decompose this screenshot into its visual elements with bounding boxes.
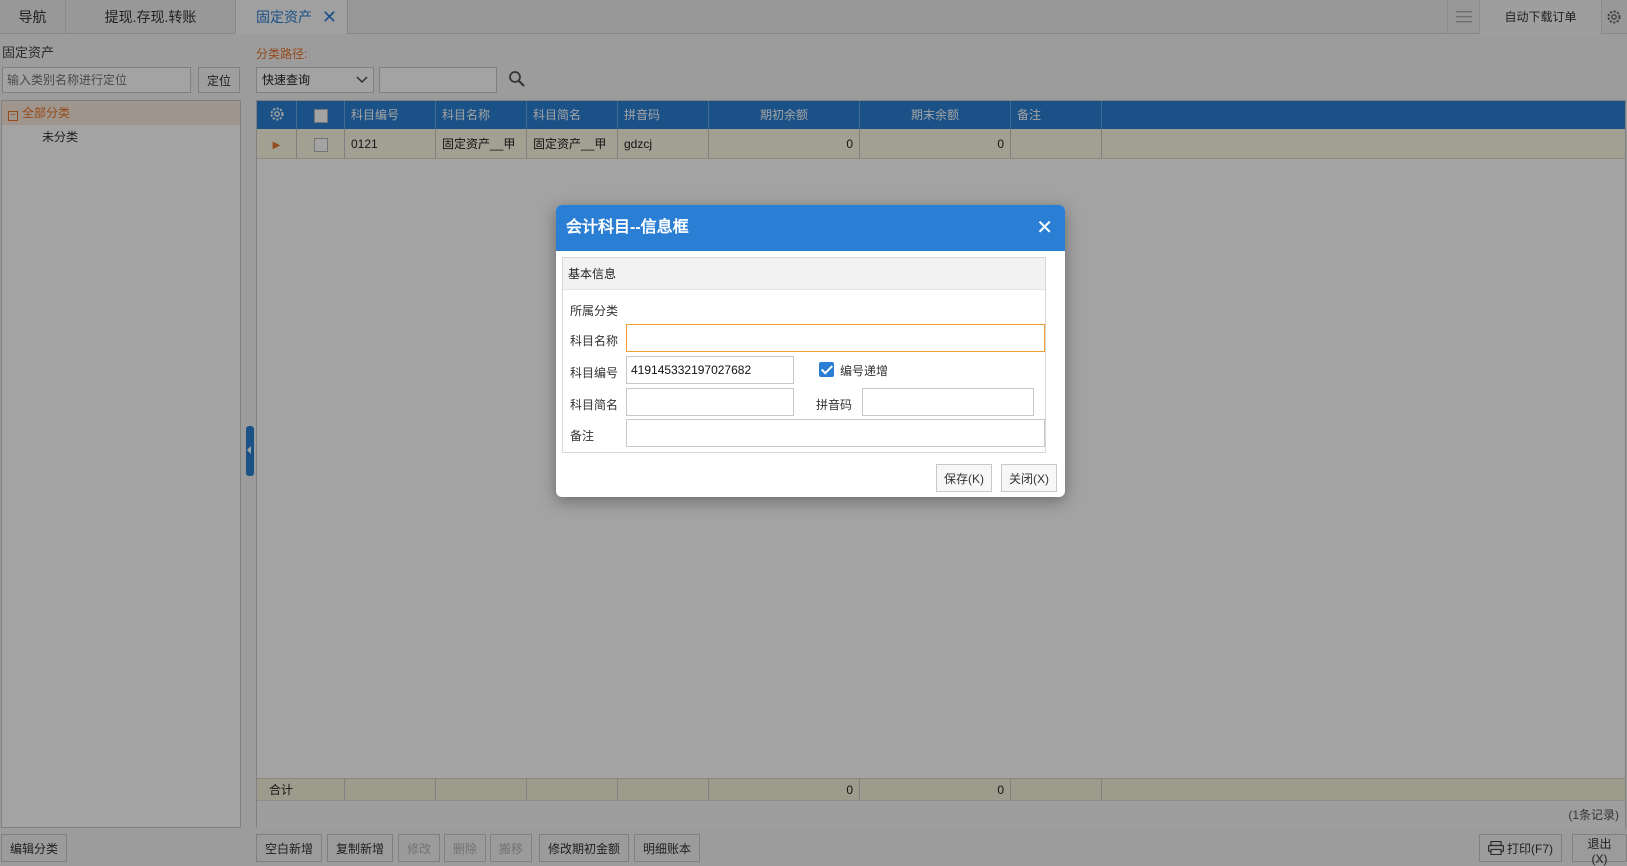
account-name-input[interactable]	[626, 324, 1045, 352]
pinyin-input[interactable]	[862, 388, 1034, 416]
account-info-dialog: 会计科目--信息框 ✕ 基本信息 所属分类 科目名称 科目编号 41914533…	[556, 205, 1065, 497]
auto-increment-checkbox[interactable]	[819, 362, 834, 377]
close-button[interactable]: 关闭(X)	[1001, 464, 1057, 492]
dialog-title: 会计科目--信息框	[566, 219, 689, 236]
short-name-input[interactable]	[626, 388, 794, 416]
account-name-label: 科目名称	[570, 334, 619, 348]
basic-info-section: 基本信息 所属分类 科目名称 科目编号 419145332197027682 编…	[562, 257, 1046, 453]
pinyin-label: 拼音码	[816, 398, 853, 412]
short-name-label: 科目简名	[570, 398, 619, 412]
section-title: 基本信息	[563, 258, 1045, 290]
account-code-input[interactable]: 419145332197027682	[626, 356, 794, 384]
account-code-label: 科目编号	[570, 366, 619, 380]
auto-increment-label: 编号递增	[840, 364, 889, 378]
category-label: 所属分类	[570, 304, 619, 318]
note-label: 备注	[570, 429, 595, 443]
dialog-header: 会计科目--信息框 ✕	[556, 205, 1065, 251]
close-icon[interactable]: ✕	[1036, 205, 1053, 251]
note-input[interactable]	[626, 419, 1045, 447]
save-button[interactable]: 保存(K)	[936, 464, 992, 492]
